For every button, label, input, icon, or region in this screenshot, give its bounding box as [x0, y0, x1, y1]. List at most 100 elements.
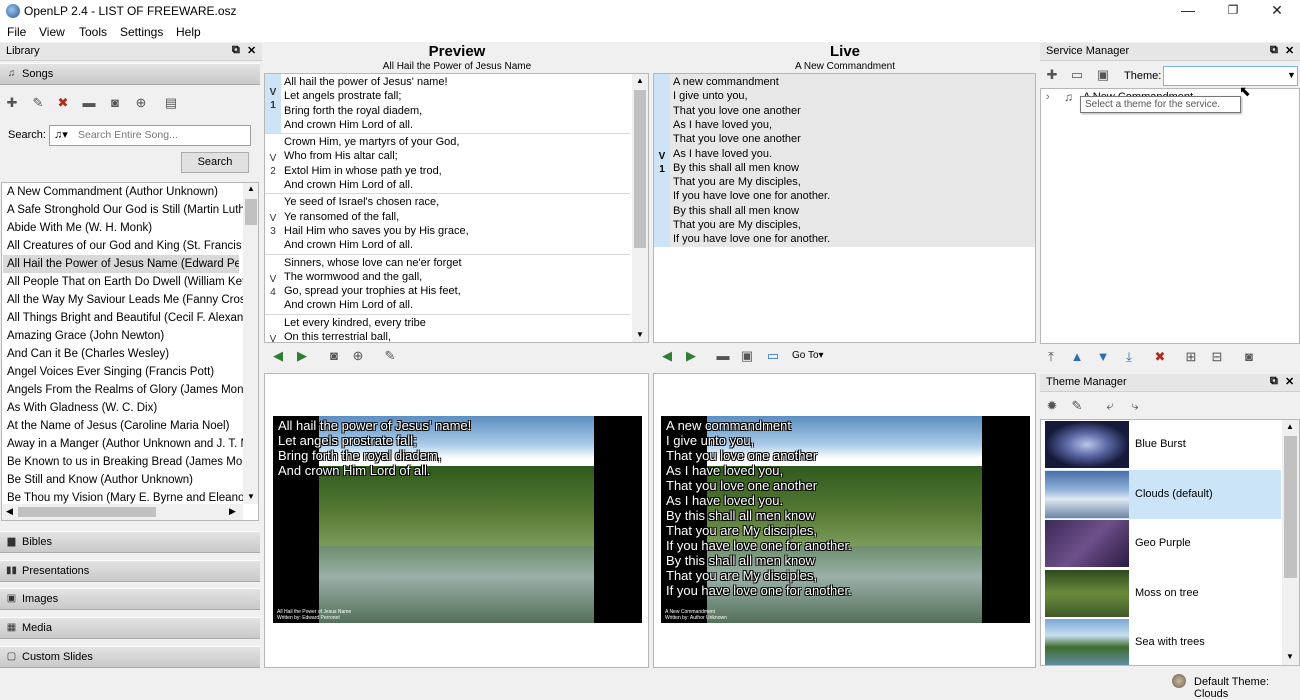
edit-theme-icon[interactable]: ✎ — [1069, 398, 1085, 414]
next-slide-icon[interactable]: ▶ — [683, 348, 699, 364]
close-button[interactable]: ✕ — [1254, 0, 1300, 22]
new-service-icon[interactable]: ✚ — [1044, 67, 1060, 83]
theme-item[interactable]: Moss on tree — [1045, 569, 1281, 618]
blank-theme-icon[interactable]: ▣ — [739, 348, 755, 364]
bibles-category[interactable]: ▆ Bibles — [0, 531, 260, 553]
song-list-item[interactable]: At the Name of Jesus (Caroline Maria Noe… — [7, 417, 243, 435]
scroll-down-icon[interactable]: ▼ — [1286, 652, 1294, 661]
song-list-item[interactable]: Away in a Manger (Author Unknown and J. … — [7, 435, 243, 453]
go-live-icon[interactable]: ◙ — [326, 348, 342, 364]
go-live-icon[interactable]: ◙ — [1241, 349, 1257, 365]
maximize-button[interactable]: ❐ — [1210, 0, 1256, 22]
songs-category[interactable]: ♫ Songs — [0, 63, 260, 85]
new-theme-icon[interactable]: ✹ — [1044, 398, 1060, 414]
scroll-up-icon[interactable]: ▲ — [1286, 422, 1294, 431]
song-list-item[interactable]: Angel Voices Ever Singing (Francis Pott) — [7, 363, 243, 381]
song-list-item[interactable]: Be Still and Know (Author Unknown) — [7, 471, 243, 489]
expand-chevron-icon[interactable]: › — [1046, 91, 1050, 103]
menu-help[interactable]: Help — [176, 25, 201, 39]
live-slide-list[interactable]: V 1 A new commandment I give unto you, Tha… — [653, 73, 1036, 343]
scroll-down-icon[interactable]: ▼ — [247, 492, 255, 501]
save-service-icon[interactable]: ▣ — [1095, 67, 1111, 83]
move-top-icon[interactable]: ⤒ — [1043, 349, 1059, 365]
menu-view[interactable]: View — [39, 25, 65, 39]
import-theme-icon[interactable]: ⤶ — [1102, 398, 1118, 414]
theme-list[interactable]: Blue Burst Clouds (default) Geo Purple Moss… — [1040, 419, 1300, 666]
scroll-right-icon[interactable]: ▶ — [229, 506, 236, 517]
clone-icon[interactable]: ▤ — [163, 95, 179, 111]
song-list-item[interactable]: A New Commandment (Author Unknown) — [7, 183, 243, 201]
delete-song-icon[interactable]: ✖ — [55, 95, 71, 111]
song-list-item[interactable]: Be Known to us in Breaking Bread (James … — [7, 453, 243, 471]
scroll-up-icon[interactable]: ▲ — [247, 184, 255, 193]
blank-screen-icon[interactable]: ▬ — [715, 348, 731, 364]
new-song-icon[interactable]: ✚ — [4, 95, 20, 111]
next-slide-icon[interactable]: ▶ — [294, 348, 310, 364]
goto-button[interactable]: Go To▾ — [792, 350, 824, 361]
preview-slide-list[interactable]: V 1 All hail the power of Jesus' name! Let… — [264, 73, 649, 343]
add-to-service-icon[interactable]: ⊕ — [350, 348, 366, 364]
song-list-item[interactable]: Angels From the Realms of Glory (James M… — [7, 381, 243, 399]
menu-tools[interactable]: Tools — [79, 25, 107, 39]
move-bottom-icon[interactable]: ⤓ — [1121, 349, 1137, 365]
export-theme-icon[interactable]: ⤷ — [1127, 398, 1143, 414]
chevron-down-icon[interactable]: ▼ — [1287, 70, 1296, 80]
edit-icon[interactable]: ✎ — [382, 348, 398, 364]
song-list-item[interactable]: Abide With Me (W. H. Monk) — [7, 219, 243, 237]
scroll-thumb[interactable] — [1284, 436, 1297, 578]
float-icon[interactable]: ⧉ — [232, 44, 240, 57]
song-list-item[interactable]: A Safe Stronghold Our God is Still (Mart… — [7, 201, 243, 219]
collapse-all-icon[interactable]: ⊟ — [1209, 349, 1225, 365]
theme-item[interactable]: Clouds (default) — [1045, 469, 1281, 519]
theme-select[interactable]: ▼ — [1163, 66, 1298, 86]
scroll-left-icon[interactable]: ◀ — [6, 506, 13, 517]
expand-all-icon[interactable]: ⊞ — [1183, 349, 1199, 365]
song-list-scrollbar[interactable]: ▲ ▼ — [243, 183, 258, 504]
song-list-item[interactable]: Amazing Grace (John Newton) — [7, 327, 243, 345]
menu-file[interactable]: File — [7, 25, 26, 39]
song-list-item[interactable]: All the Way My Saviour Leads Me (Fanny C… — [7, 291, 243, 309]
preview-verse[interactable]: V 4 Sinners, whose love can ne'er forget T… — [265, 255, 630, 315]
custom-slides-category[interactable]: ▢ Custom Slides — [0, 646, 260, 668]
edit-song-icon[interactable]: ✎ — [30, 95, 46, 111]
song-list-item[interactable]: As With Gladness (W. C. Dix) — [7, 399, 243, 417]
theme-item[interactable]: Blue Burst — [1045, 420, 1281, 469]
move-up-icon[interactable]: ▲ — [1069, 349, 1085, 365]
preview-scrollbar[interactable]: ▲ ▼ — [632, 74, 648, 342]
song-list-item[interactable]: All Hail the Power of Jesus Name (Edward… — [3, 255, 239, 273]
delete-item-icon[interactable]: ✖ — [1152, 349, 1168, 365]
search-type-icon[interactable]: ♫▾ — [54, 128, 68, 141]
images-category[interactable]: ▣ Images — [0, 588, 260, 610]
song-list[interactable]: A New Commandment (Author Unknown) A Safe… — [1, 182, 259, 521]
song-list-item[interactable]: All People That on Earth Do Dwell (Willi… — [7, 273, 243, 291]
previous-slide-icon[interactable]: ◀ — [659, 348, 675, 364]
song-list-item[interactable]: All Creatures of our God and King (St. F… — [7, 237, 243, 255]
close-icon[interactable]: ✕ — [1285, 44, 1294, 57]
menu-settings[interactable]: Settings — [120, 25, 163, 39]
preview-icon[interactable]: ▬ — [81, 95, 97, 111]
song-list-item[interactable]: All Things Bright and Beautiful (Cecil F… — [7, 309, 243, 327]
preview-verse[interactable]: V 1 All hail the power of Jesus' name! Let… — [265, 74, 630, 135]
preview-verse[interactable]: V 3 Ye seed of Israel's chosen race, Ye ra… — [265, 194, 630, 255]
theme-item[interactable]: Sea with trees — [1045, 618, 1281, 665]
hscroll-thumb[interactable] — [18, 507, 156, 517]
previous-slide-icon[interactable]: ◀ — [270, 348, 286, 364]
media-category[interactable]: ▦ Media — [0, 617, 260, 639]
service-item-list[interactable]: › ♫ A New Commandment — [1040, 88, 1300, 344]
scroll-thumb[interactable] — [245, 199, 257, 225]
song-list-hscrollbar[interactable]: ◀ ▶ — [2, 504, 243, 520]
preview-verse[interactable]: V 2 Crown Him, ye martyrs of your God, Who… — [265, 134, 630, 195]
preview-verse[interactable]: V Let every kindred, every tribe On this t… — [265, 315, 630, 342]
open-service-icon[interactable]: ▭ — [1069, 67, 1085, 83]
search-button[interactable]: Search — [181, 152, 249, 173]
live-slide-selected[interactable]: V 1 A new commandment I give unto you, Tha… — [654, 74, 1035, 247]
scroll-thumb[interactable] — [634, 90, 646, 248]
scroll-down-icon[interactable]: ▼ — [636, 330, 644, 339]
close-icon[interactable]: ✕ — [1285, 375, 1294, 388]
float-icon[interactable]: ⧉ — [1270, 44, 1278, 57]
move-down-icon[interactable]: ▼ — [1095, 349, 1111, 365]
minimize-button[interactable]: — — [1165, 0, 1211, 22]
theme-item[interactable]: Geo Purple — [1045, 519, 1281, 568]
show-desktop-icon[interactable]: ▭ — [765, 348, 781, 364]
song-list-item[interactable]: And Can it Be (Charles Wesley) — [7, 345, 243, 363]
